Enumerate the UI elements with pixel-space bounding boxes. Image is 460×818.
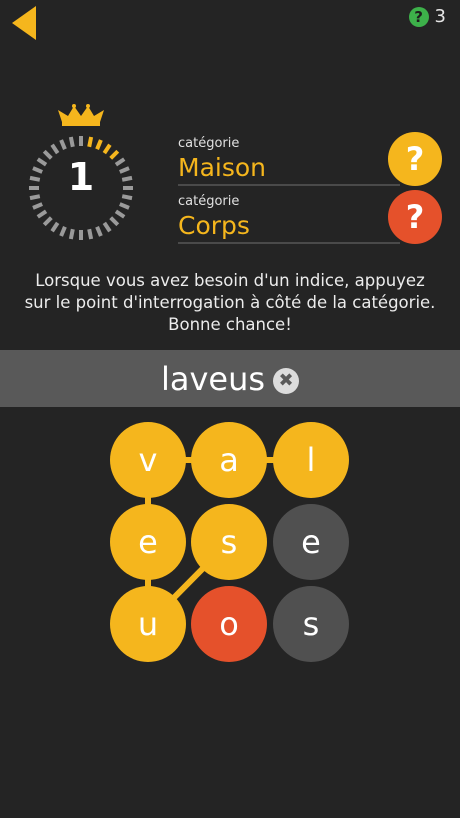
category-row-1: catégorie Maison <box>178 136 400 186</box>
back-arrow-icon[interactable] <box>10 6 38 40</box>
category-value: Corps <box>178 211 250 240</box>
dial-tick <box>119 202 130 210</box>
category-row-2: catégorie Corps <box>178 194 400 244</box>
letter-tile[interactable]: o <box>191 586 267 662</box>
letter-tile[interactable]: a <box>191 422 267 498</box>
category-label: catégorie <box>178 194 240 209</box>
letter-tile[interactable]: e <box>110 504 186 580</box>
dial-tick <box>59 139 67 150</box>
dial-tick <box>59 226 67 237</box>
dial-tick <box>114 209 126 219</box>
level-number: 1 <box>67 155 95 199</box>
category-2-hint-button[interactable]: ? <box>388 190 442 244</box>
category-1-hint-button[interactable]: ? <box>388 132 442 186</box>
dial-tick <box>102 221 112 233</box>
dial-tick <box>68 228 75 240</box>
category-value: Maison <box>178 153 267 182</box>
dial-tick <box>95 226 103 237</box>
clear-word-button[interactable]: ✖ <box>273 367 300 394</box>
dial-tick <box>42 216 53 227</box>
dial-tick <box>109 216 120 227</box>
dial-tick <box>50 143 60 155</box>
level-indicator: 1 <box>26 100 136 245</box>
letter-tile[interactable]: s <box>191 504 267 580</box>
current-word: laveus <box>160 359 266 398</box>
letter-tile[interactable]: s <box>273 586 349 662</box>
letter-tile[interactable]: l <box>273 422 349 498</box>
dial-tick <box>95 139 103 150</box>
category-label: catégorie <box>178 136 240 151</box>
dial-tick <box>50 221 60 233</box>
dial-tick <box>87 136 94 148</box>
hint-counter[interactable]: ? 3 <box>408 6 446 27</box>
hint-count: 3 <box>434 6 446 27</box>
dial-tick <box>87 228 94 240</box>
dial-tick <box>32 202 43 210</box>
dial-tick <box>102 143 112 155</box>
hint-bubble-icon: ? <box>408 6 429 27</box>
letter-tile[interactable]: v <box>110 422 186 498</box>
dial-tick <box>68 136 75 148</box>
letter-tile[interactable]: e <box>273 504 349 580</box>
letter-tile[interactable]: u <box>110 586 186 662</box>
dial-tick <box>36 209 48 219</box>
crown-icon <box>58 104 104 126</box>
answer-bar: laveus ✖ <box>0 350 460 407</box>
instructions-text: Lorsque vous avez besoin d'un indice, ap… <box>24 271 436 334</box>
